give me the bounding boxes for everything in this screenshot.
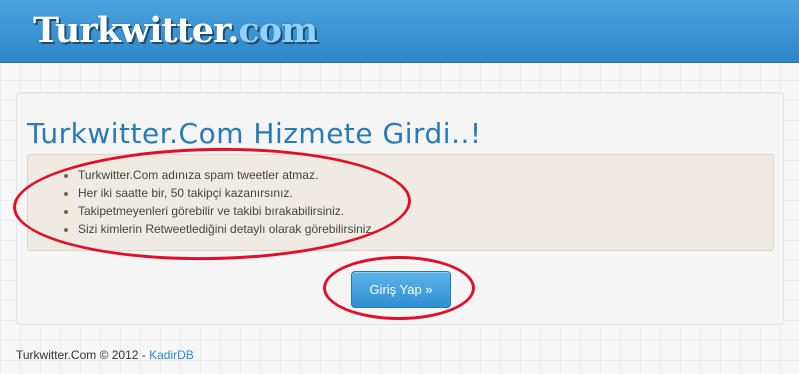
feature-text: Takipetmeyenleri görebilir ve takibi bır… (78, 204, 345, 218)
feature-text: Turkwitter.Com adınıza spam tweetler atm… (78, 168, 319, 182)
site-logo[interactable]: Turkwitter.com (33, 9, 318, 53)
page-title: Turkwitter.Com Hizmete Girdi..! (27, 117, 482, 150)
logo-dot: . (227, 10, 239, 51)
feature-list: Turkwitter.Com adınıza spam tweetler atm… (58, 166, 375, 238)
list-item: Her iki saatte bir, 50 takipçi kazanırsı… (78, 184, 375, 202)
header-bar: Turkwitter.com (0, 0, 799, 63)
list-item: Sizi kimlerin Retweetlediğini detaylı ol… (78, 220, 375, 238)
copyright-text: Turkwitter.Com © 2012 - (16, 348, 150, 362)
list-item: Turkwitter.Com adınıza spam tweetler atm… (78, 166, 375, 184)
footer: Turkwitter.Com © 2012 - KadirDB (16, 347, 194, 363)
login-button[interactable]: Giriş Yap » (351, 271, 451, 308)
feature-box: Turkwitter.Com adınıza spam tweetler atm… (27, 154, 774, 251)
feature-text: Sizi kimlerin Retweetlediğini detaylı ol… (78, 222, 375, 236)
logo-tld-text: com (238, 10, 318, 51)
logo-main-text: Turkwitter (33, 10, 228, 51)
feature-text: Her iki saatte bir, 50 takipçi kazanırsı… (78, 186, 293, 200)
author-link[interactable]: KadirDB (149, 348, 194, 362)
list-item: Takipetmeyenleri görebilir ve takibi bır… (78, 202, 375, 220)
